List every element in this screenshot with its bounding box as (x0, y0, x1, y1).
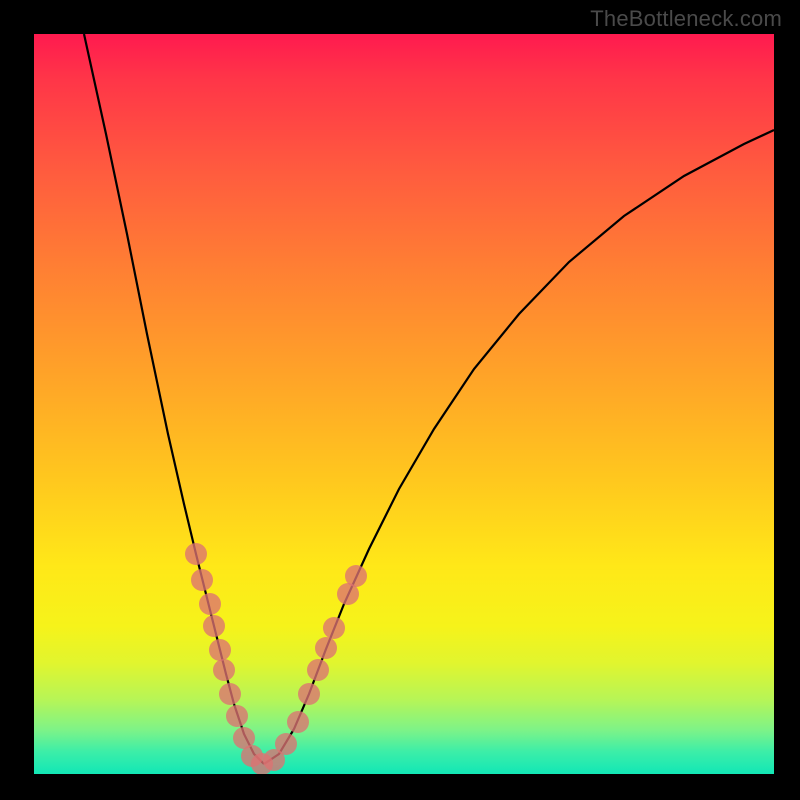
chart-frame: TheBottleneck.com (0, 0, 800, 800)
scatter-point (213, 659, 235, 681)
scatter-point (199, 593, 221, 615)
scatter-point (209, 639, 231, 661)
scatter-point (203, 615, 225, 637)
scatter-point (185, 543, 207, 565)
scatter-point (323, 617, 345, 639)
scatter-point (298, 683, 320, 705)
chart-svg (34, 34, 774, 774)
scatter-point (219, 683, 241, 705)
plot-area (34, 34, 774, 774)
scatter-point (307, 659, 329, 681)
scatter-markers (185, 543, 367, 774)
scatter-point (191, 569, 213, 591)
scatter-point (315, 637, 337, 659)
watermark-text: TheBottleneck.com (590, 6, 782, 32)
left-branch-curve (84, 34, 264, 764)
right-branch-curve (264, 130, 774, 764)
scatter-point (275, 733, 297, 755)
scatter-point (287, 711, 309, 733)
scatter-point (226, 705, 248, 727)
scatter-point (345, 565, 367, 587)
